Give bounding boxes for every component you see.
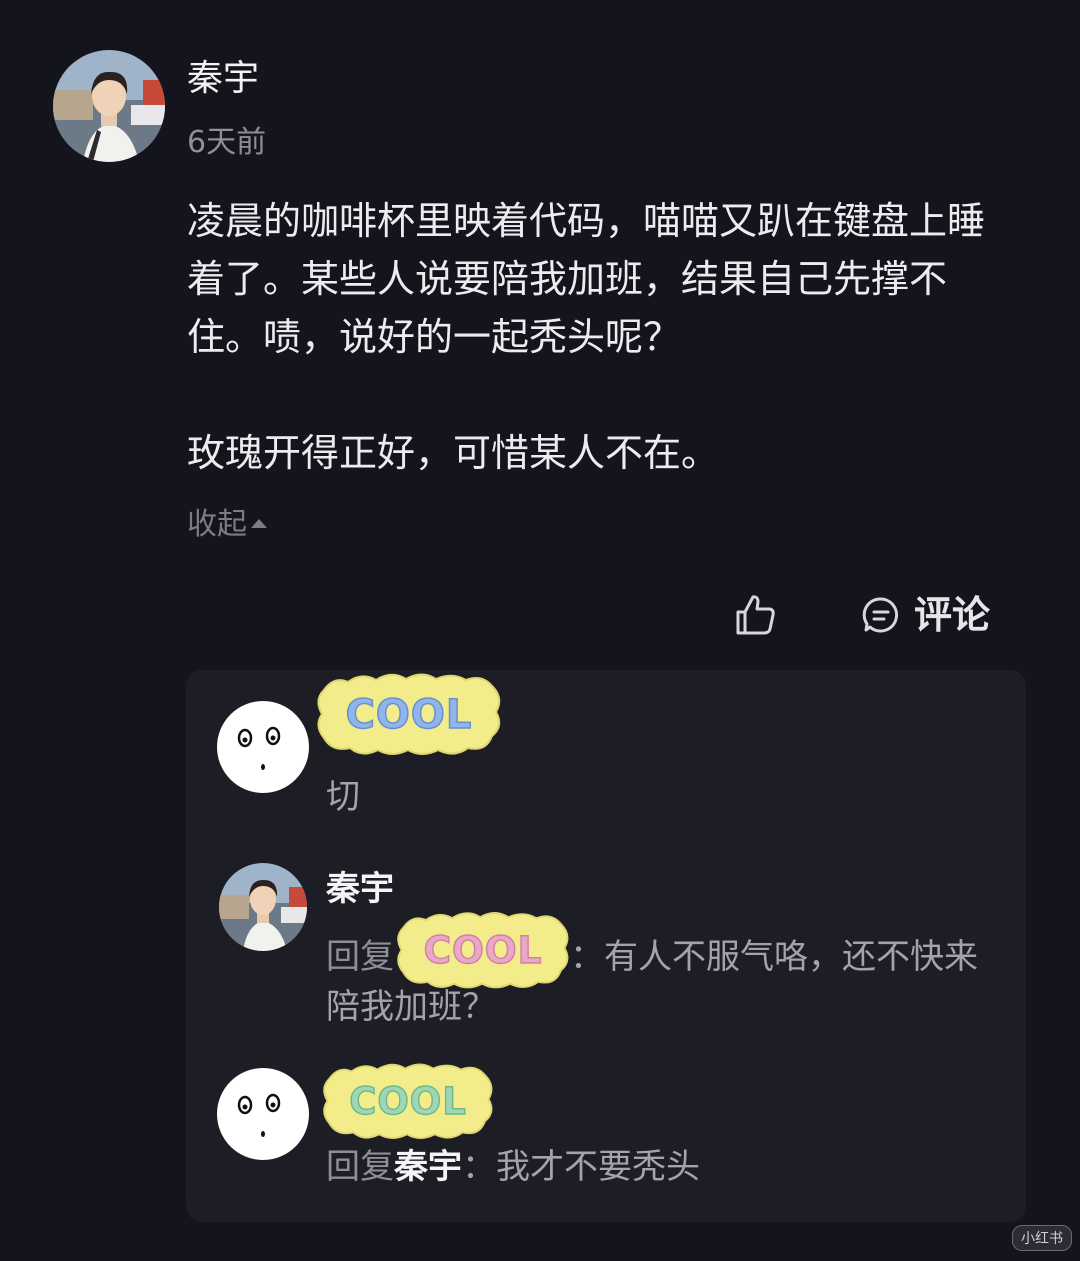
comment-icon xyxy=(862,597,899,633)
author-avatar[interactable] xyxy=(53,50,165,162)
author-name[interactable]: 秦宇 xyxy=(187,56,259,102)
commenter-avatar[interactable] xyxy=(217,701,309,793)
svg-text:COOL: COOL xyxy=(346,692,473,738)
comment-section: COOL 切 秦宇 回复 ：有人不服气咯，还不快来陪我加班？ COOL COOL… xyxy=(186,670,1026,1222)
reply-prefix: 回复 xyxy=(326,937,394,977)
replier-avatar[interactable] xyxy=(219,863,307,951)
post-paragraph: 玫瑰开得正好，可惜某人不在。 xyxy=(187,431,720,475)
comment-button[interactable]: 评论 xyxy=(862,590,990,640)
svg-text:COOL: COOL xyxy=(349,1080,467,1123)
post-body: 凌晨的咖啡杯里映着代码，喵喵又趴在键盘上睡着了。某些人说要陪我加班，结果自己先撑… xyxy=(187,192,1007,482)
cool-sticker: COOL xyxy=(314,670,504,762)
collapse-button[interactable]: 收起 xyxy=(187,504,267,546)
reply-target[interactable]: 秦宇 xyxy=(394,1147,462,1187)
collapse-label: 收起 xyxy=(187,507,247,542)
like-button[interactable] xyxy=(733,592,779,638)
comment-label: 评论 xyxy=(914,593,991,637)
post-time: 6天前 xyxy=(187,125,267,160)
watermark: 小红书 xyxy=(1012,1225,1072,1251)
thumbs-up-icon xyxy=(736,595,775,635)
post-detail-page: 秦宇 6天前 凌晨的咖啡杯里映着代码，喵喵又趴在键盘上睡着了。某些人说要陪我加班… xyxy=(0,0,1080,1261)
post-paragraph: 凌晨的咖啡杯里映着代码，喵喵又趴在键盘上睡着了。某些人说要陪我加班，结果自己先撑… xyxy=(187,199,986,359)
comment-text: 切 xyxy=(326,777,360,817)
cool-sticker[interactable]: COOL xyxy=(394,906,572,998)
svg-text:COOL: COOL xyxy=(424,928,543,972)
reply-body: ：我才不要秃头 xyxy=(462,1147,700,1187)
caret-up-icon xyxy=(251,518,267,528)
reply-prefix: 回复 xyxy=(326,1147,394,1187)
commenter-avatar[interactable] xyxy=(217,1068,309,1160)
replier-name[interactable]: 秦宇 xyxy=(326,866,394,912)
reply-text: 回复秦宇：我才不要秃头 xyxy=(326,1142,700,1192)
cool-sticker: COOL xyxy=(320,1058,496,1148)
